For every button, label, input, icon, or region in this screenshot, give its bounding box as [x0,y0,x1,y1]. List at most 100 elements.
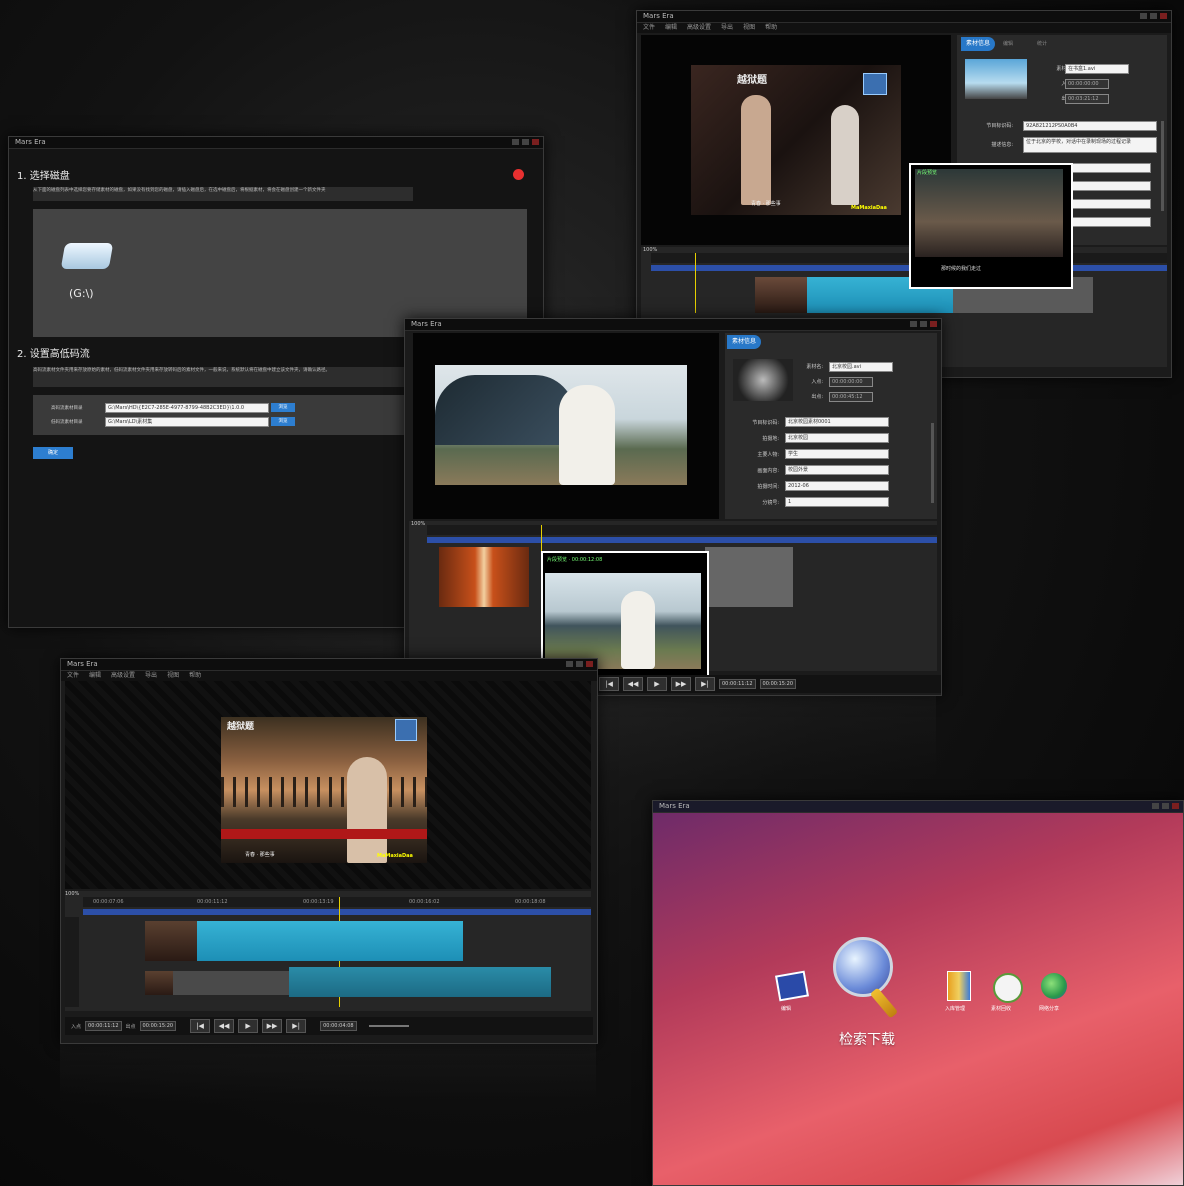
timecode-in[interactable]: 00:00:11:12 [719,679,756,689]
field-shot[interactable]: 1 [785,497,889,507]
field-out[interactable]: 00:03:21:12 [1065,94,1109,104]
rewind-button[interactable]: ◀◀ [623,677,643,691]
search-download-button[interactable]: 检索下载 [827,931,917,1048]
timecode-in[interactable]: 00:00:11:12 [85,1021,122,1031]
field-name[interactable]: 在书盒1.avi [1065,64,1129,74]
popup-title: 片段预览 · 00:00:12:08 [547,557,603,563]
menu-advanced[interactable]: 高级设置 [111,671,135,681]
minimize-button[interactable] [566,661,573,667]
close-button[interactable] [532,139,539,145]
field-desc[interactable]: 位于北京的学校，对话中在录制现场的过程记录 [1023,137,1157,153]
clip-thumb[interactable] [755,277,807,313]
rewind-button[interactable]: ◀◀ [214,1019,235,1033]
lo-browse-button[interactable]: 浏览 [271,417,295,426]
extra-field[interactable] [1067,199,1151,209]
track-icons [65,917,79,1007]
title-bar: Mars Era [637,11,1171,23]
menu-advanced[interactable]: 高级设置 [687,23,711,33]
menu-edit[interactable]: 编辑 [665,23,677,33]
fast-forward-button[interactable]: ▶▶ [671,677,691,691]
menu-file[interactable]: 文件 [67,671,79,681]
menu-export[interactable]: 导出 [145,671,157,681]
menu-export[interactable]: 导出 [721,23,733,33]
goto-start-button[interactable]: |◀ [190,1019,211,1033]
minimize-button[interactable] [512,139,519,145]
tab-info[interactable]: 素材信息 [961,37,995,51]
menu-help[interactable]: 帮助 [765,23,777,33]
playhead[interactable] [695,253,696,313]
tab-edit[interactable]: 编辑 [1003,40,1013,47]
launcher-item-recycle[interactable]: 素材回收 [987,969,1027,1021]
close-button[interactable] [1172,803,1179,809]
maximize-button[interactable] [522,139,529,145]
menu-view[interactable]: 视图 [743,23,755,33]
play-button[interactable]: ▶ [647,677,667,691]
clip[interactable] [289,967,551,997]
field-out[interactable]: 00:00:45:12 [829,392,873,402]
close-button[interactable] [930,321,937,327]
field-label: 出点: [811,394,823,400]
path-panel: 高码流素材目录 G:\Mars\HD\{E2C7-285E-4977-8799-… [33,395,405,435]
extra-field[interactable] [1067,217,1151,227]
launcher-item-ingest[interactable]: 入库管理 [941,967,981,1021]
hi-path-input[interactable]: G:\Mars\HD\{E2C7-285E-4977-8799-48B2C3ED… [105,403,269,413]
field-code[interactable]: 北京校园素材0001 [785,417,889,427]
time-ruler [427,525,937,535]
close-button[interactable] [1160,13,1167,19]
scrollbar[interactable] [1161,121,1164,211]
fast-forward-button[interactable]: ▶▶ [262,1019,283,1033]
field-date[interactable]: 2012-06 [785,481,889,491]
menu-edit[interactable]: 编辑 [89,671,101,681]
extra-field[interactable] [1067,163,1151,173]
minimize-button[interactable] [1140,13,1147,19]
in-label: 入点 [71,1023,82,1030]
field-code[interactable]: 92A821212PS0A0B4 [1023,121,1157,131]
play-button[interactable]: ▶ [238,1019,259,1033]
timecode-out[interactable]: 00:00:15:20 [139,1021,177,1031]
clip[interactable] [705,547,793,607]
maximize-button[interactable] [1150,13,1157,19]
drive-item[interactable]: (G:\) [60,239,117,309]
clip-thumb[interactable] [145,921,197,961]
menu-file[interactable]: 文件 [643,23,655,33]
field-content[interactable]: 校园外景 [785,465,889,475]
field-people[interactable]: 学生 [785,449,889,459]
clip[interactable] [197,921,463,961]
scrollbar[interactable] [931,423,934,503]
clip-thumb[interactable] [145,971,173,995]
maximize-button[interactable] [920,321,927,327]
window-title: Mars Era [411,320,442,328]
title-bar: Mars Era [61,659,597,671]
close-button[interactable] [586,661,593,667]
goto-end-button[interactable]: ▶| [286,1019,307,1033]
launcher-item-edit[interactable]: 编辑 [773,970,810,1021]
menu-help[interactable]: 帮助 [189,671,201,681]
field-location[interactable]: 北京校园 [785,433,889,443]
goto-start-button[interactable]: |◀ [599,677,619,691]
ok-button[interactable]: 确定 [33,447,73,459]
timecode-out[interactable]: 00:00:15:20 [759,679,797,689]
minimize-button[interactable] [1152,803,1159,809]
tab-info[interactable]: 素材信息 [727,335,761,349]
goto-end-button[interactable]: ▶| [695,677,715,691]
hi-browse-button[interactable]: 浏览 [271,403,295,412]
window-title: Mars Era [67,660,98,668]
volume-slider[interactable] [368,1025,409,1027]
minimize-button[interactable] [910,321,917,327]
launcher-item-share[interactable]: 网络分享 [1035,969,1075,1021]
launcher-label: 入库管理 [945,1006,966,1012]
lo-path-input[interactable]: G:\Mars\LD\素材集 [105,417,269,427]
tab-stats[interactable]: 统计 [1037,40,1047,47]
video-preview: 越狱题 青春 · 那些事 MaMaxiaDaa [65,681,591,889]
clip[interactable] [173,971,293,995]
menu-view[interactable]: 视图 [167,671,179,681]
extra-field[interactable] [1067,181,1151,191]
field-in[interactable]: 00:00:00:00 [829,377,873,387]
editor-window-bottom: Mars Era 文件 编辑 高级设置 导出 视图 帮助 越狱题 青春 · 那些… [60,658,598,1044]
maximize-button[interactable] [1162,803,1169,809]
popup-frame [545,573,701,669]
field-in[interactable]: 00:00:00:00 [1065,79,1109,89]
maximize-button[interactable] [576,661,583,667]
clip-thumb[interactable] [439,547,529,607]
field-name[interactable]: 北京校园.avi [829,362,893,372]
